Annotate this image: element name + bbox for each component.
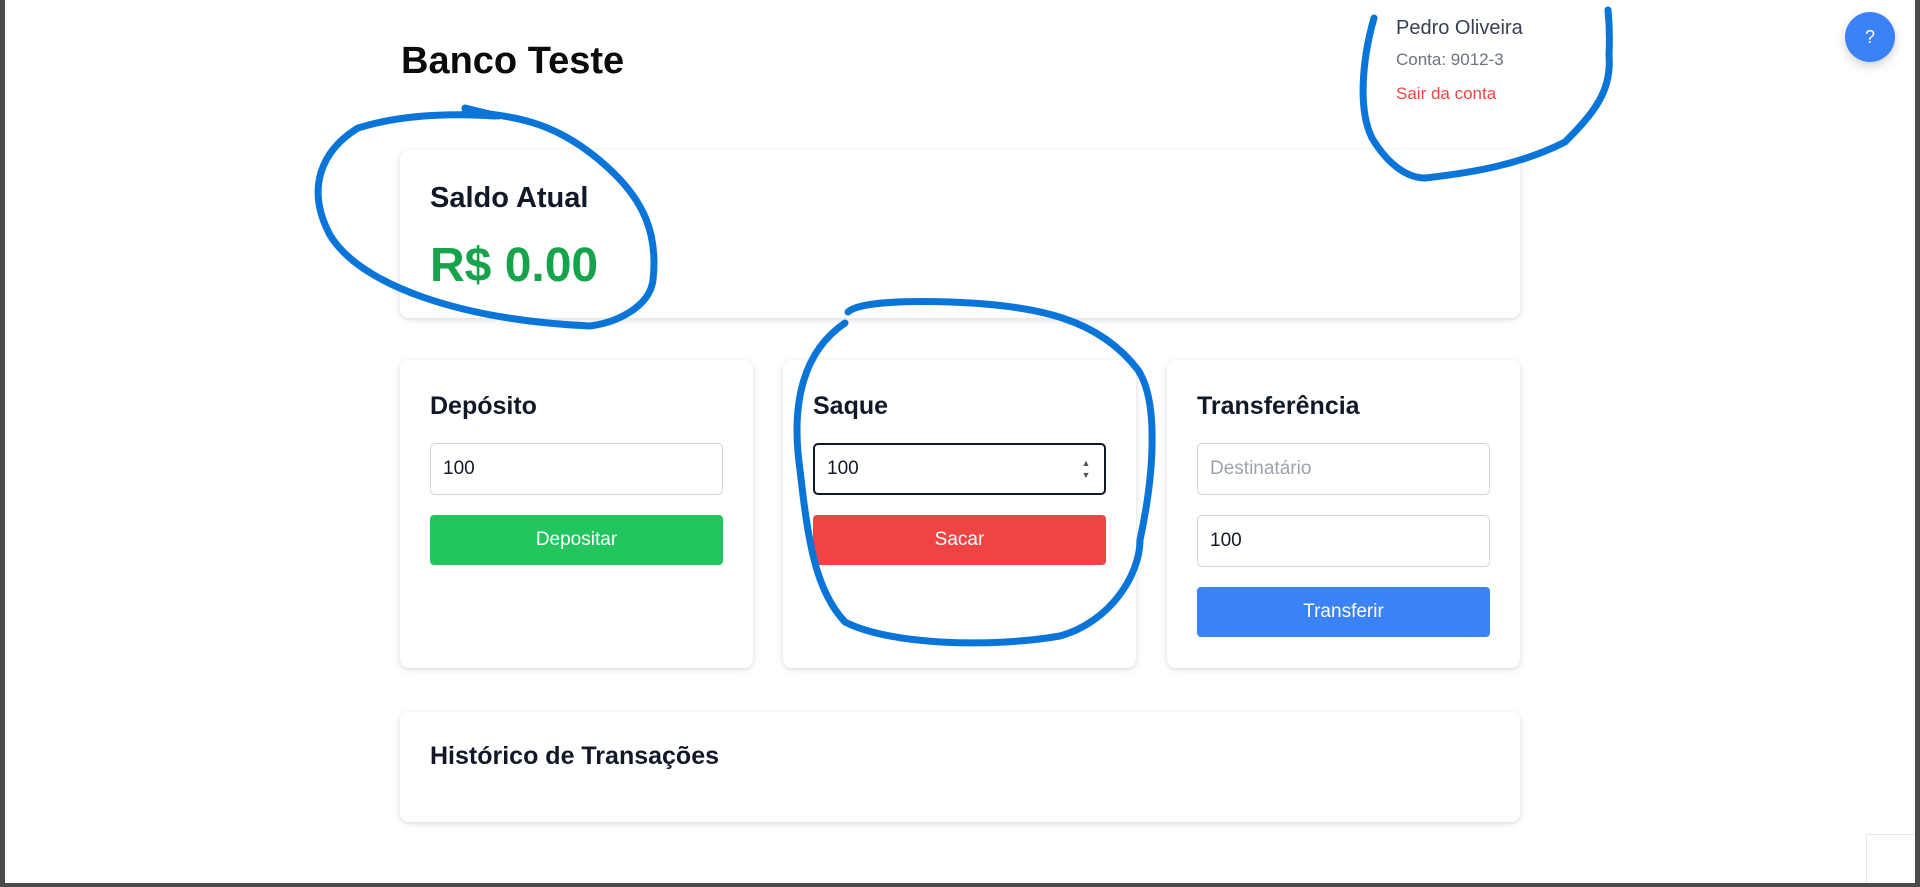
- withdraw-amount-field: ▲ ▼: [813, 443, 1106, 495]
- number-stepper[interactable]: ▲ ▼: [1080, 458, 1092, 480]
- balance-label: Saldo Atual: [430, 182, 589, 214]
- help-button[interactable]: ?: [1845, 12, 1895, 62]
- deposit-button[interactable]: Depositar: [430, 515, 723, 565]
- deposit-card: Depósito Depositar: [400, 360, 753, 668]
- deposit-amount-input[interactable]: [430, 443, 723, 495]
- transfer-title: Transferência: [1197, 392, 1360, 420]
- user-name: Pedro Oliveira: [1396, 17, 1523, 39]
- withdraw-title: Saque: [813, 392, 889, 420]
- balance-value: R$ 0.00: [430, 239, 599, 292]
- chevron-up-icon[interactable]: ▲: [1082, 458, 1091, 468]
- chevron-down-icon[interactable]: ▼: [1082, 470, 1091, 480]
- window-frame-bottom: [0, 883, 1920, 887]
- account-number: Conta: 9012-3: [1396, 50, 1504, 69]
- page-title: Banco Teste: [401, 40, 625, 82]
- recipient-input[interactable]: [1197, 443, 1490, 495]
- corner-widget: [1866, 834, 1915, 883]
- deposit-title: Depósito: [430, 392, 537, 420]
- transfer-button[interactable]: Transferir: [1197, 587, 1490, 637]
- history-title: Histórico de Transações: [430, 742, 720, 770]
- logout-link[interactable]: Sair da conta: [1396, 82, 1496, 106]
- window-frame-left: [0, 0, 5, 887]
- window-frame-right: [1915, 0, 1920, 887]
- balance-card: Saldo Atual R$ 0.00: [400, 150, 1520, 318]
- transfer-card: Transferência Transferir: [1167, 360, 1520, 668]
- history-card: Histórico de Transações: [400, 712, 1520, 822]
- withdraw-button[interactable]: Sacar: [813, 515, 1106, 565]
- user-info: Pedro Oliveira Conta: 9012-3 Sair da con…: [1396, 14, 1616, 106]
- withdraw-amount-input[interactable]: [813, 443, 1106, 495]
- withdraw-card: Saque ▲ ▼ Sacar: [783, 360, 1136, 668]
- transfer-amount-input[interactable]: [1197, 515, 1490, 567]
